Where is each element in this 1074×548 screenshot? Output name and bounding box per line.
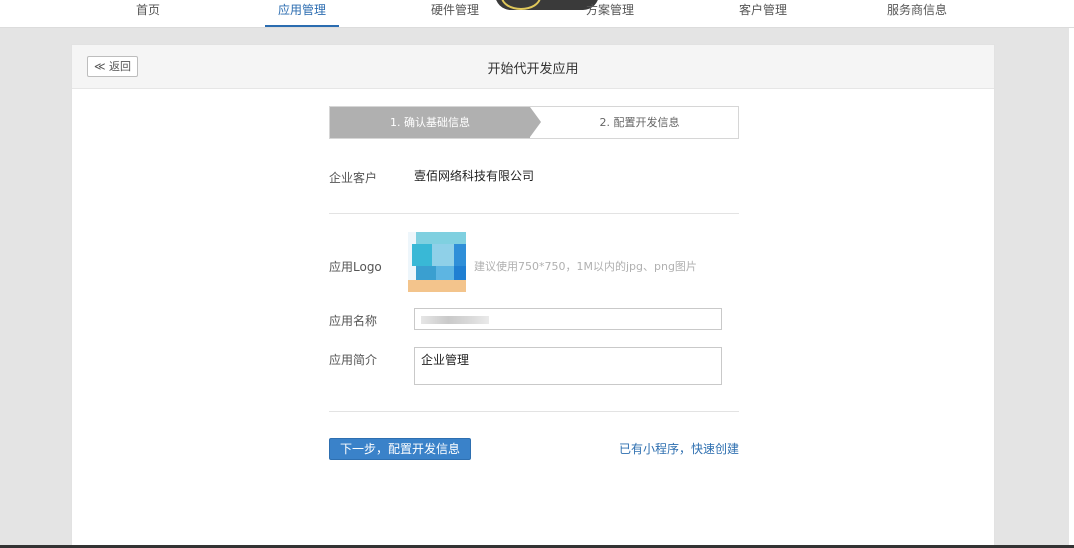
logo-pixel [416, 266, 436, 280]
window-right-edge [1069, 28, 1074, 548]
nav-item-customer-management[interactable]: 客户管理 [718, 0, 808, 28]
app-name-label: 应用名称 [329, 314, 378, 328]
divider [329, 213, 739, 214]
logo-pixel [454, 266, 466, 280]
dev-app-card: ≪ 返回 开始代开发应用 1. 确认基础信息 2. 配置开发信息 企业客户 壹佰… [71, 44, 995, 548]
divider [329, 411, 739, 412]
top-navigation: 首页 应用管理 硬件管理 方案管理 客户管理 服务商信息 [0, 0, 1074, 28]
logo-pixel [408, 280, 466, 292]
app-logo-upload[interactable] [408, 232, 466, 292]
nav-item-hardware-management[interactable]: 硬件管理 [410, 0, 500, 28]
step-1-confirm-basic-info: 1. 确认基础信息 [330, 107, 530, 138]
logo-pixel [436, 266, 454, 280]
customer-value: 壹佰网络科技有限公司 [414, 169, 535, 183]
step-2-configure-dev-info: 2. 配置开发信息 [599, 116, 680, 129]
app-intro-textarea[interactable]: 企业管理 [414, 347, 722, 385]
logo-hint: 建议使用750*750，1M以内的jpg、png图片 [474, 260, 697, 273]
next-step-button[interactable]: 下一步，配置开发信息 [329, 438, 471, 460]
redacted-name-blur [421, 316, 489, 324]
page-title: 开始代开发应用 [487, 62, 579, 77]
logo-pixel [412, 244, 432, 266]
app-intro-label: 应用简介 [329, 353, 378, 367]
customer-label: 企业客户 [329, 171, 378, 185]
nav-item-provider-info[interactable]: 服务商信息 [872, 0, 962, 28]
nav-item-home[interactable]: 首页 [103, 0, 193, 28]
nav-item-app-management[interactable]: 应用管理 [257, 0, 347, 28]
quick-create-link[interactable]: 已有小程序，快速创建 [619, 440, 739, 457]
logo-label: 应用Logo [329, 260, 382, 274]
step-arrow-icon [530, 107, 541, 137]
app-name-input[interactable] [414, 308, 722, 330]
ring-icon [501, 0, 541, 10]
logo-pixel [432, 244, 454, 266]
card-header: ≪ 返回 开始代开发应用 [72, 45, 994, 89]
nav-item-solution-management[interactable]: 方案管理 [565, 0, 655, 28]
logo-pixel [454, 244, 466, 266]
step-indicator: 1. 确认基础信息 2. 配置开发信息 [329, 106, 739, 139]
